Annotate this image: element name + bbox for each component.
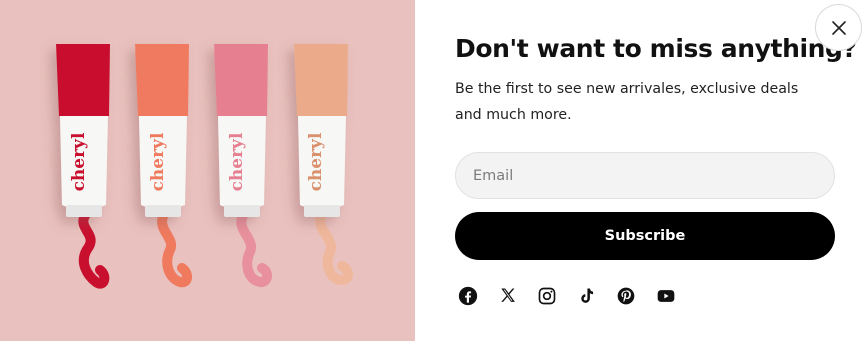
- brand-wordmark: cheryl: [306, 132, 326, 191]
- signup-form: Don't want to miss anything? Be the firs…: [455, 0, 857, 341]
- brand-wordmark: cheryl: [69, 132, 89, 191]
- close-button[interactable]: [815, 4, 862, 51]
- product-image: cheryl cheryl cheryl cheryl: [0, 0, 415, 341]
- product-tube: cheryl: [56, 44, 110, 289]
- pinterest-icon[interactable]: [616, 286, 636, 306]
- brand-wordmark: cheryl: [227, 132, 247, 191]
- popup-description: Be the first to see new arrivales, exclu…: [455, 81, 799, 123]
- close-icon: [832, 21, 846, 35]
- subscribe-button[interactable]: Subscribe: [455, 212, 835, 260]
- product-tube: cheryl: [135, 44, 192, 288]
- social-links: [458, 286, 676, 306]
- popup-title: Don't want to miss anything?: [455, 34, 857, 63]
- lip-tint-tubes-illustration: cheryl cheryl cheryl cheryl: [56, 44, 353, 289]
- product-tube: cheryl: [214, 44, 272, 287]
- product-tube: cheryl: [294, 44, 353, 286]
- tiktok-icon[interactable]: [577, 286, 597, 306]
- youtube-icon[interactable]: [656, 286, 676, 306]
- newsletter-popup: cheryl cheryl cheryl cheryl Don't want t…: [0, 0, 867, 341]
- brand-wordmark: cheryl: [148, 132, 168, 191]
- instagram-icon[interactable]: [537, 286, 557, 306]
- email-input[interactable]: [455, 152, 835, 199]
- x-twitter-icon[interactable]: [498, 286, 518, 306]
- facebook-icon[interactable]: [458, 286, 478, 306]
